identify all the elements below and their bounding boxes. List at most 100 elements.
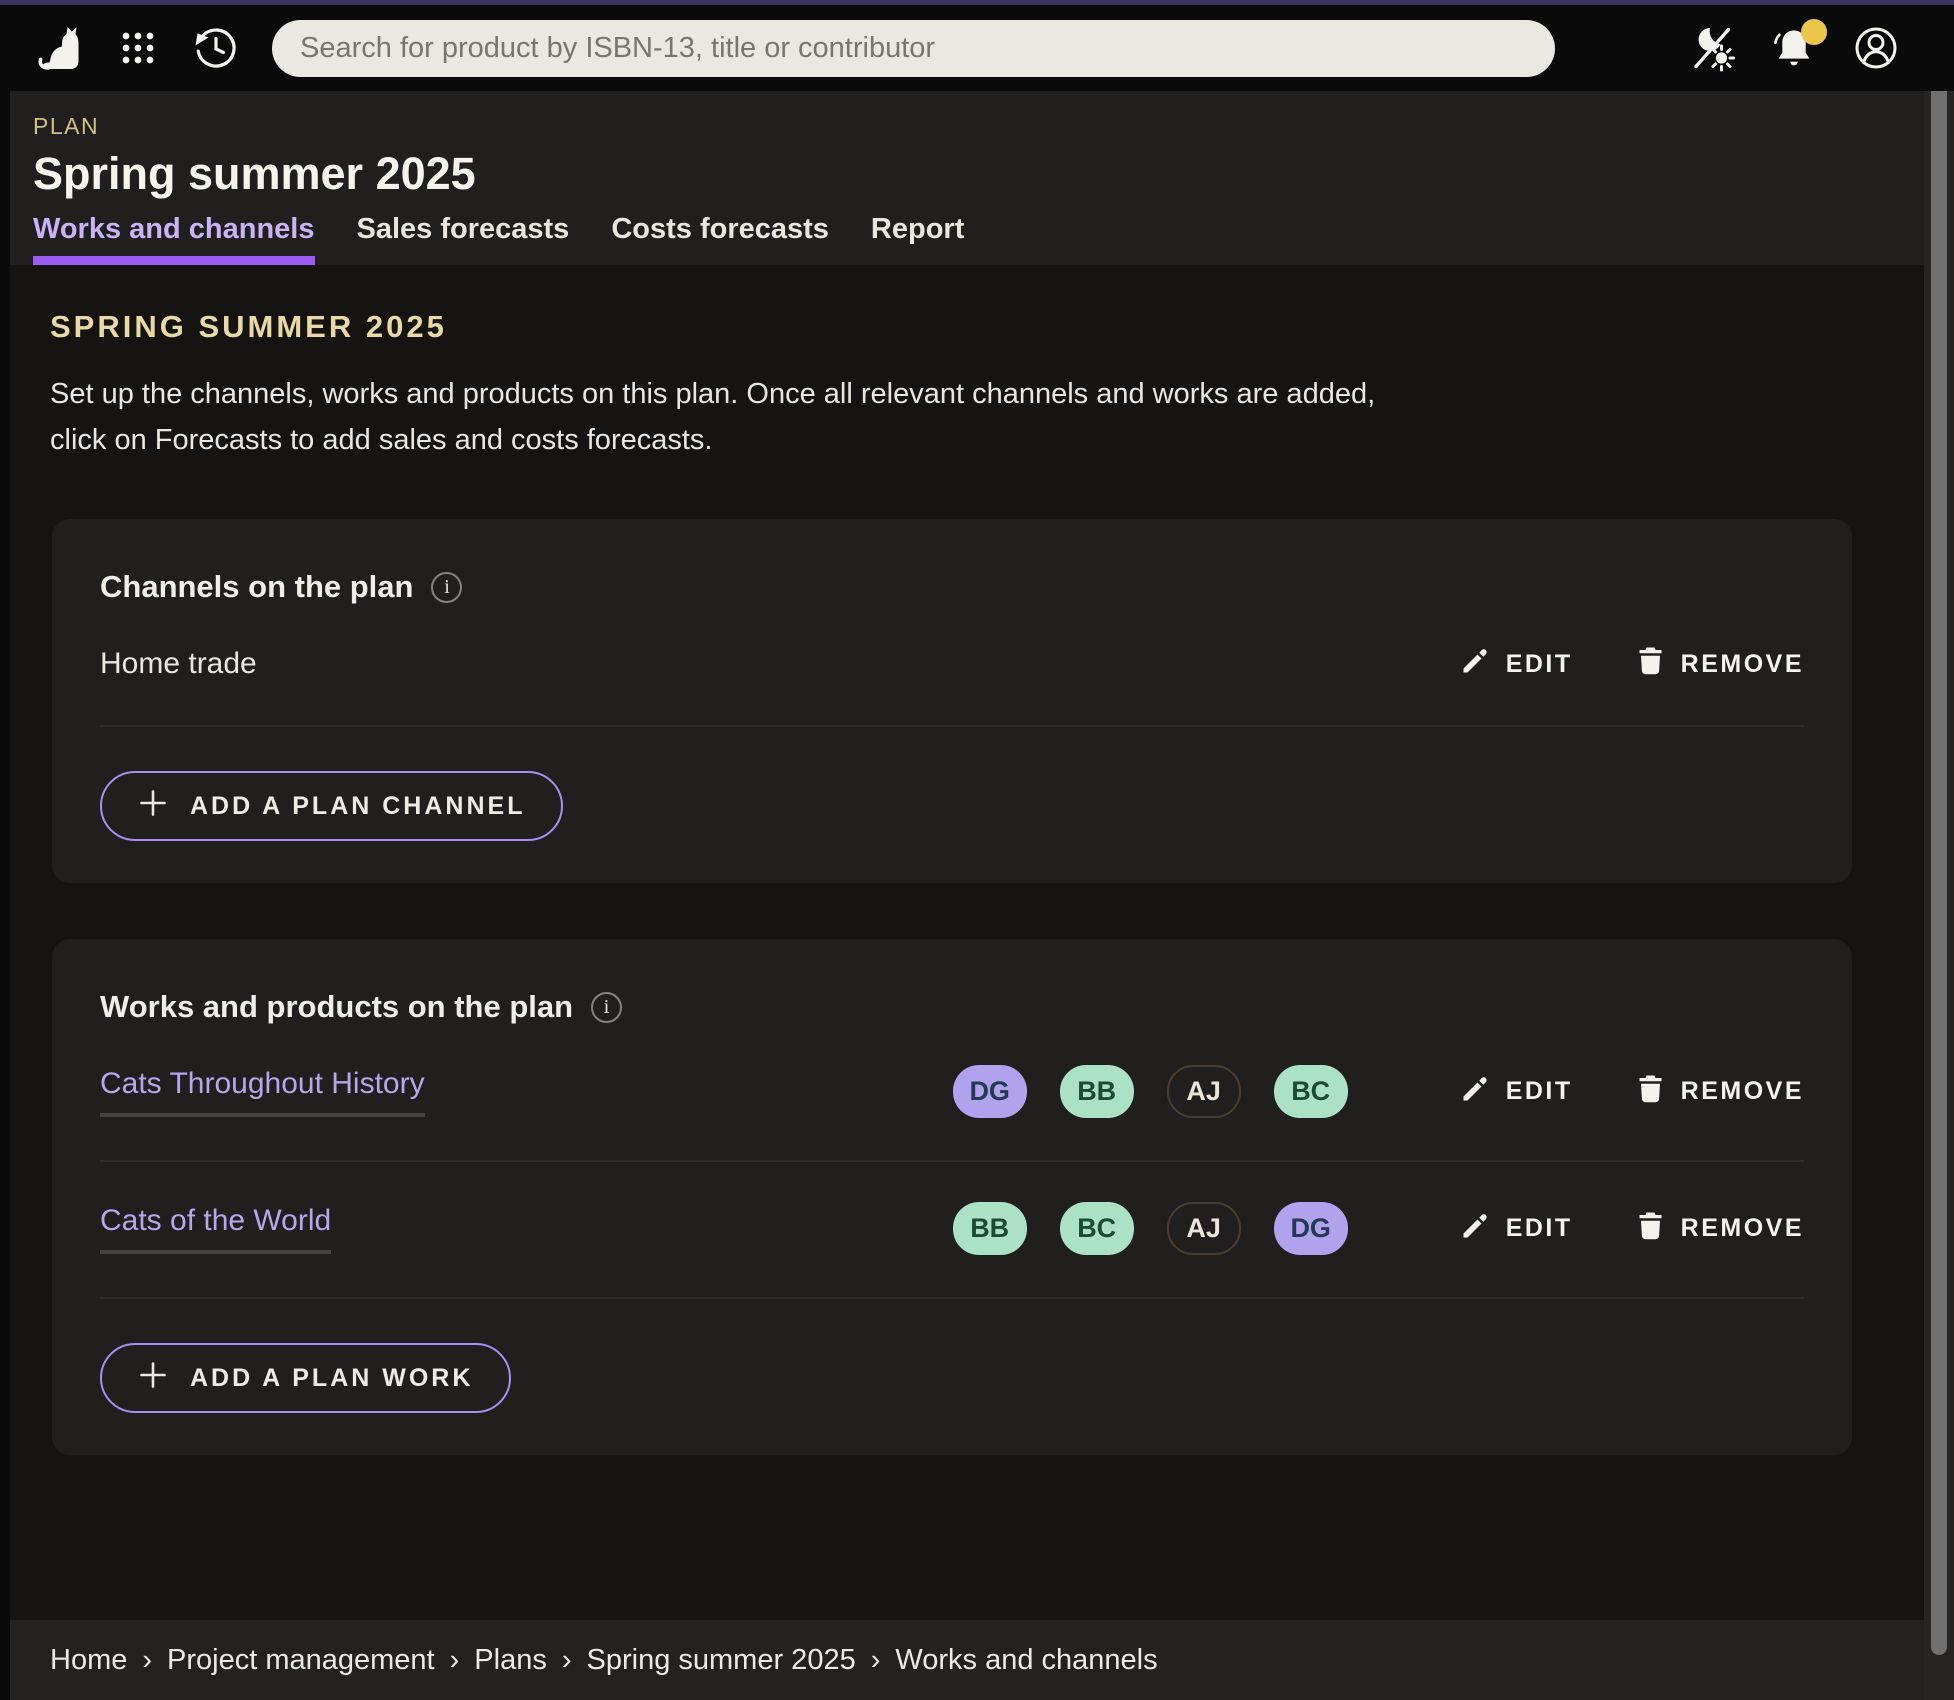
avatar-badge: AJ: [1167, 1202, 1241, 1255]
trash-icon: [1635, 645, 1666, 683]
plan-eyebrow: PLAN: [33, 113, 1924, 140]
app-window: PLAN Spring summer 2025 Works and channe…: [0, 0, 1954, 1700]
channels-card-title: Channels on the plan: [100, 569, 413, 605]
user-avatar-icon: [1852, 24, 1900, 72]
row-divider: [100, 725, 1804, 727]
tab-works-and-channels[interactable]: Works and channels: [33, 212, 315, 265]
tab-report[interactable]: Report: [871, 212, 964, 265]
topbar-right-group: [1688, 24, 1900, 72]
edit-button[interactable]: EDIT: [1460, 1210, 1573, 1248]
edit-label: EDIT: [1506, 1214, 1573, 1243]
contributor-badges: BB BC AJ DG: [953, 1202, 1348, 1255]
trash-icon: [1635, 1073, 1666, 1111]
cat-logo[interactable]: [36, 24, 84, 72]
channels-rows: Home trade EDIT REMOVE: [100, 645, 1804, 727]
channel-name: Home trade: [100, 647, 257, 681]
plus-icon: [138, 788, 168, 825]
moon-sun-icon: [1688, 24, 1736, 72]
add-plan-work-label: ADD A PLAN WORK: [190, 1364, 473, 1393]
works-rows: Cats Throughout History DG BB AJ BC EDIT REMOV…: [100, 1065, 1804, 1299]
tab-costs-forecasts[interactable]: Costs forecasts: [611, 212, 829, 265]
search-input[interactable]: [300, 32, 1527, 65]
grid-dots-icon: [114, 24, 162, 72]
edit-label: EDIT: [1506, 1077, 1573, 1106]
main-content: SPRING SUMMER 2025 Set up the channels, …: [10, 265, 1924, 1620]
channels-card-header: Channels on the plan i: [100, 569, 1804, 605]
channel-row: Home trade EDIT REMOVE: [100, 645, 1804, 683]
channels-card: Channels on the plan i Home trade EDIT REM…: [52, 519, 1852, 883]
avatar-badge: BC: [1060, 1202, 1134, 1255]
page: PLAN Spring summer 2025 Works and channe…: [10, 91, 1924, 1700]
work-link-cats-of-the-world[interactable]: Cats of the World: [100, 1204, 331, 1254]
section-description: Set up the channels, works and products …: [50, 371, 1924, 463]
notification-badge: [1801, 19, 1827, 45]
description-line: Set up the channels, works and products …: [50, 371, 1924, 417]
breadcrumb-separator: ›: [142, 1644, 152, 1676]
avatar-badge: BC: [1274, 1065, 1348, 1118]
remove-label: REMOVE: [1681, 1214, 1804, 1243]
cat-icon: [36, 24, 84, 72]
row-divider: [100, 1160, 1804, 1162]
add-plan-channel-label: ADD A PLAN CHANNEL: [190, 792, 525, 821]
edit-label: EDIT: [1506, 650, 1573, 679]
plus-icon: [138, 1360, 168, 1397]
row-actions: EDIT REMOVE: [1460, 645, 1804, 683]
remove-button[interactable]: REMOVE: [1635, 1073, 1804, 1111]
breadcrumb-separator: ›: [871, 1644, 881, 1676]
window-accent-bar: [0, 0, 1954, 5]
pencil-icon: [1460, 1073, 1491, 1111]
remove-label: REMOVE: [1681, 650, 1804, 679]
scrollbar-thumb[interactable]: [1931, 30, 1947, 1655]
remove-button[interactable]: REMOVE: [1635, 1210, 1804, 1248]
edit-button[interactable]: EDIT: [1460, 645, 1573, 683]
breadcrumb-item-project-management[interactable]: Project management: [167, 1644, 435, 1676]
info-icon[interactable]: i: [431, 572, 462, 603]
info-icon[interactable]: i: [591, 992, 622, 1023]
tab-bar: Works and channels Sales forecasts Costs f…: [33, 212, 1924, 265]
works-card-header: Works and products on the plan i: [100, 989, 1804, 1025]
trash-icon: [1635, 1210, 1666, 1248]
section-title: SPRING SUMMER 2025: [50, 309, 1924, 345]
breadcrumb-item-home[interactable]: Home: [50, 1644, 127, 1676]
contributor-badges: DGBBAJBC: [953, 1065, 1348, 1118]
breadcrumb-item-spring-summer-2025[interactable]: Spring summer 2025: [587, 1644, 856, 1676]
description-line: click on Forecasts to add sales and cost…: [50, 417, 1924, 463]
profile-icon[interactable]: [1852, 24, 1900, 72]
edit-button[interactable]: EDIT: [1460, 1073, 1573, 1111]
works-card-title: Works and products on the plan: [100, 989, 573, 1025]
breadcrumb: Home › Project management › Plans › Spring sum…: [50, 1644, 1158, 1677]
row-actions: EDIT REMOVE: [1460, 1073, 1804, 1111]
row-actions: EDIT REMOVE: [1460, 1210, 1804, 1248]
tab-sales-forecasts[interactable]: Sales forecasts: [357, 212, 570, 265]
add-plan-channel-button[interactable]: ADD A PLAN CHANNEL: [100, 771, 563, 841]
avatar-badge: BB: [953, 1202, 1027, 1255]
avatar-badge: DG: [1274, 1202, 1348, 1255]
pencil-icon: [1460, 1210, 1491, 1248]
add-plan-work-button[interactable]: ADD A PLAN WORK: [100, 1343, 511, 1413]
avatar-badge: AJ: [1167, 1065, 1241, 1118]
work-link-cats-throughout-history[interactable]: Cats Throughout History: [100, 1067, 425, 1117]
breadcrumb-separator: ›: [450, 1644, 460, 1676]
theme-toggle-icon[interactable]: [1688, 24, 1736, 72]
page-header: PLAN Spring summer 2025 Works and channe…: [10, 91, 1924, 265]
avatar-badge: DG: [953, 1065, 1027, 1118]
top-navigation-bar: [0, 5, 1954, 91]
breadcrumb-item-plans[interactable]: Plans: [474, 1644, 547, 1676]
page-title: Spring summer 2025: [33, 148, 1924, 200]
pencil-icon: [1460, 645, 1491, 683]
search-bar[interactable]: [272, 20, 1555, 77]
notifications-bell-icon[interactable]: [1770, 24, 1818, 72]
clock-history-icon: [192, 24, 240, 72]
scrollbar-track[interactable]: [1924, 5, 1954, 1700]
remove-label: REMOVE: [1681, 1077, 1804, 1106]
work-row: Cats Throughout HistoryDGBBAJBCEDITREMOV…: [100, 1065, 1804, 1118]
breadcrumb-separator: ›: [562, 1644, 572, 1676]
work-row: Cats of the World BB BC AJ DG EDIT REMOVE: [100, 1202, 1804, 1255]
history-icon[interactable]: [192, 24, 240, 72]
breadcrumb-item-works-and-channels: Works and channels: [895, 1644, 1157, 1676]
works-card: Works and products on the plan i Cats Th…: [52, 939, 1852, 1455]
row-divider: [100, 1297, 1804, 1299]
breadcrumb-bar: Home › Project management › Plans › Spring sum…: [10, 1620, 1924, 1700]
apps-grid-icon[interactable]: [114, 24, 162, 72]
remove-button[interactable]: REMOVE: [1635, 645, 1804, 683]
